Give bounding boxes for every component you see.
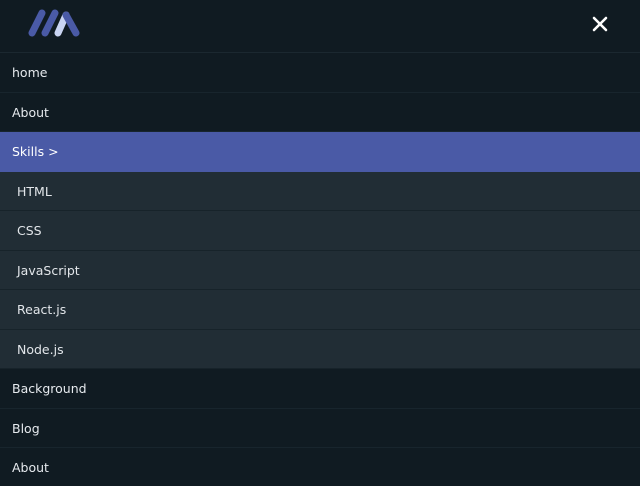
submenu-item-label: HTML (17, 183, 52, 199)
nav-item-about[interactable]: About (0, 93, 640, 132)
nav-item-home[interactable]: home (0, 53, 640, 93)
close-icon[interactable] (590, 14, 610, 34)
nav-item-about-2[interactable]: About (0, 448, 640, 486)
brand-logo-icon[interactable] (28, 9, 82, 37)
nav-item-label: About (12, 104, 49, 120)
submenu-item-label: CSS (17, 223, 42, 238)
submenu-item-css[interactable]: CSS (0, 211, 640, 251)
nav-item-background[interactable]: Background (0, 369, 640, 409)
submenu-item-nodejs[interactable]: Node.js (0, 329, 640, 369)
nav-item-label: Blog (12, 420, 40, 436)
submenu-item-label: React.js (17, 302, 67, 317)
nav-menu: home About Skills > HTML CSS JavaScript … (0, 53, 640, 486)
nav-item-label: Background (12, 381, 87, 396)
submenu-item-javascript[interactable]: JavaScript (0, 250, 640, 290)
mobile-nav-screen: home About Skills > HTML CSS JavaScript … (0, 0, 640, 486)
top-bar (0, 0, 640, 53)
submenu-item-label: JavaScript (17, 262, 80, 278)
submenu-item-label: Node.js (17, 341, 64, 357)
nav-item-label: Skills > (12, 144, 59, 159)
nav-item-blog[interactable]: Blog (0, 409, 640, 448)
submenu-item-html[interactable]: HTML (0, 171, 640, 211)
nav-item-label: home (12, 65, 48, 80)
submenu-item-reactjs[interactable]: React.js (0, 290, 640, 330)
nav-item-skills[interactable]: Skills > (0, 132, 640, 172)
nav-item-label: About (12, 460, 49, 475)
